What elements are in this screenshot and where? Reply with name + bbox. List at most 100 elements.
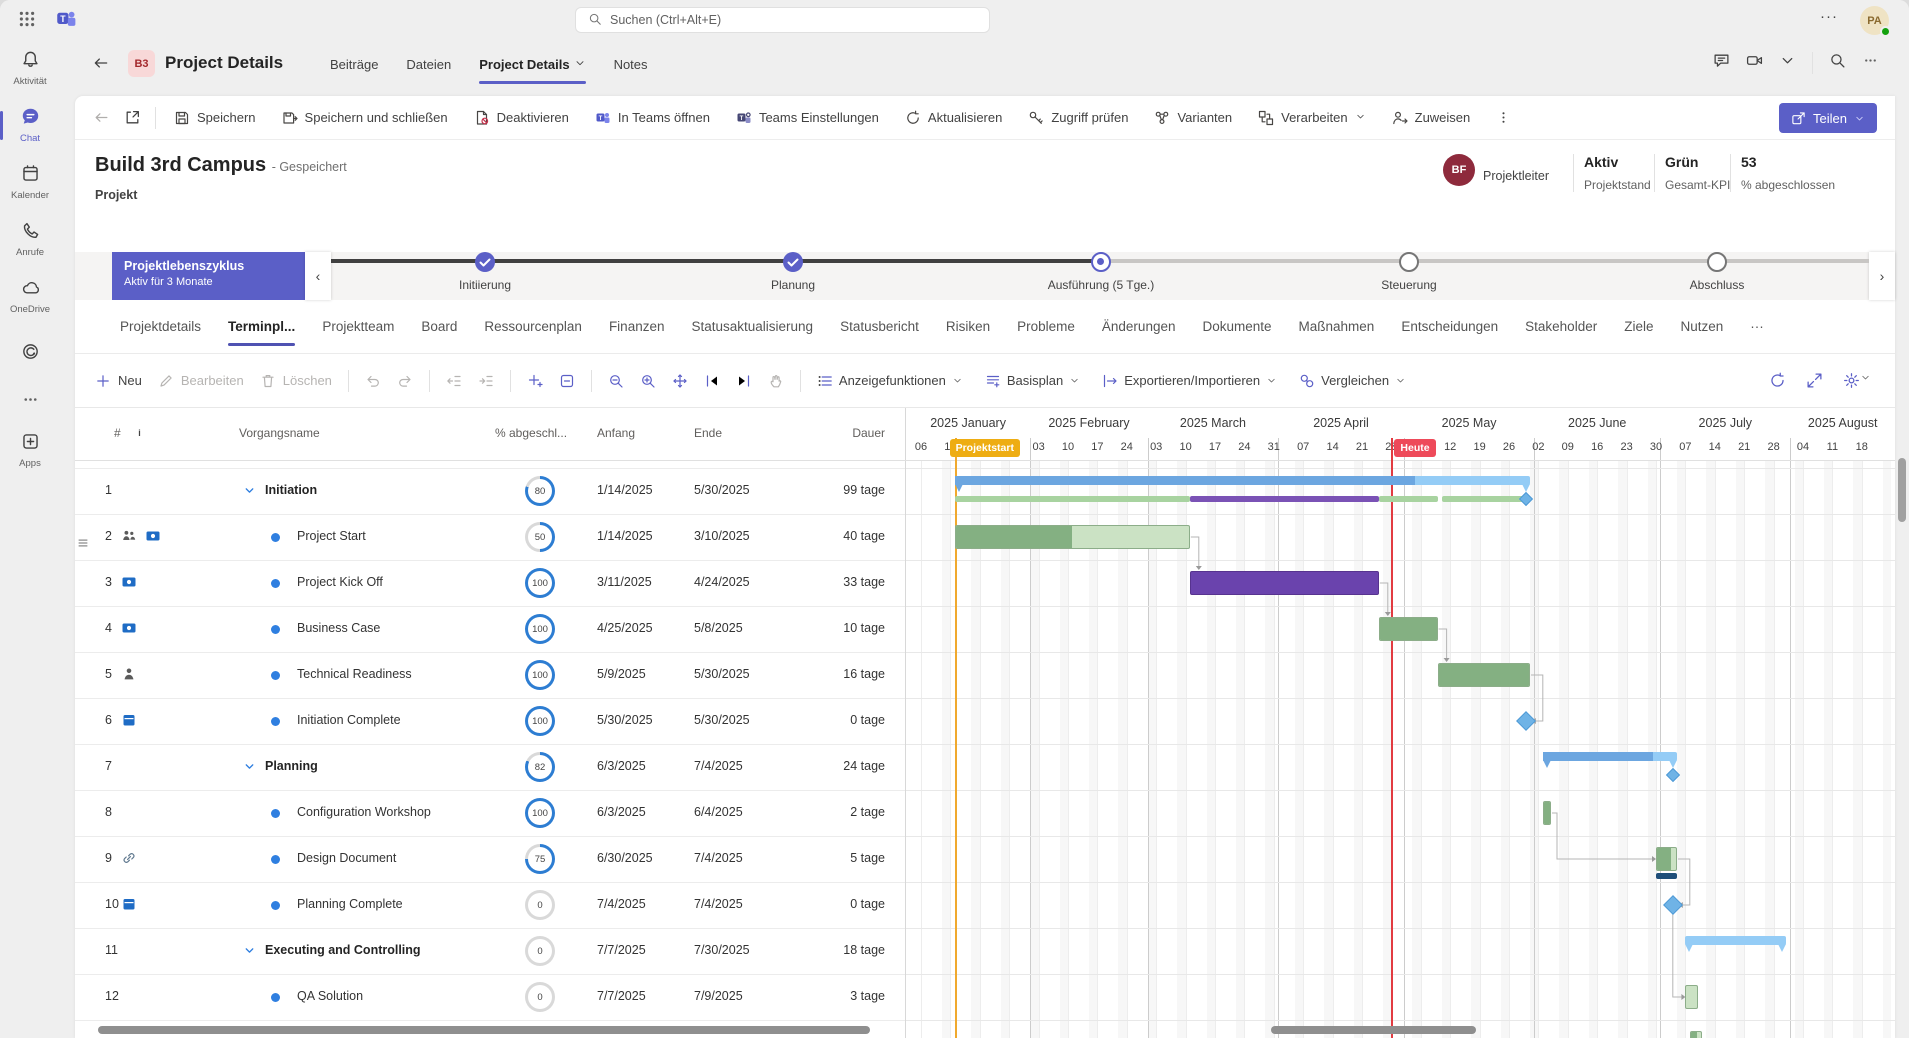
basisplan-menu[interactable]: Basisplan xyxy=(985,373,1080,389)
tab-statusbericht[interactable]: Statusbericht xyxy=(840,300,919,354)
search-input[interactable]: Suchen (Ctrl+Alt+E) xyxy=(575,7,990,33)
bpf-stage-abschluss[interactable]: Abschluss xyxy=(1563,252,1871,292)
comment-icon[interactable] xyxy=(1713,52,1730,74)
bpf-stage-planung[interactable]: Planung xyxy=(639,252,947,292)
tab-ziele[interactable]: Ziele xyxy=(1624,300,1653,354)
back-icon[interactable] xyxy=(92,54,110,77)
zuweisen-button[interactable]: Zuweisen xyxy=(1392,110,1471,126)
back-button[interactable] xyxy=(93,109,110,126)
bpf-collapse-button[interactable]: ‹ xyxy=(305,252,331,300)
summary-bar-11[interactable] xyxy=(1685,936,1786,945)
bpf-next-button[interactable]: › xyxy=(1869,252,1895,300)
tab-terminpl-[interactable]: Terminpl... xyxy=(228,300,295,354)
sidebar-item-chat[interactable]: Chat xyxy=(0,97,60,154)
collapse-all-icon[interactable] xyxy=(559,373,575,389)
sidebar-item-kalender[interactable]: Kalender xyxy=(0,154,60,211)
tab-ressourcenplan[interactable]: Ressourcenplan xyxy=(484,300,582,354)
column-header-4[interactable]: Anfang xyxy=(597,426,635,440)
table-row-5[interactable]: 5Technical Readiness1005/9/20255/30/2025… xyxy=(75,652,905,698)
summary-bar-7[interactable] xyxy=(1543,752,1677,761)
table-row-10[interactable]: 10Planning Complete07/4/20257/4/20250 ta… xyxy=(75,882,905,928)
table-row-1[interactable]: 1Initiation801/14/20255/30/202599 tage xyxy=(75,468,905,514)
chevron-down-icon[interactable] xyxy=(243,944,256,960)
search-icon[interactable] xyxy=(1829,52,1846,74)
bpf-stage-label[interactable]: Projektlebenszyklus Aktiv für 3 Monate xyxy=(112,252,305,300)
gear-button[interactable] xyxy=(1843,372,1871,389)
channel-tab-project-details[interactable]: Project Details xyxy=(479,40,585,88)
add-task-icon[interactable] xyxy=(527,373,543,389)
verarbeiten-button[interactable]: Verarbeiten xyxy=(1258,110,1366,126)
table-row-9[interactable]: 9Design Document756/30/20257/4/20255 tag… xyxy=(75,836,905,882)
zoom-in-icon[interactable] xyxy=(640,373,656,389)
zoom-fit-icon[interactable] xyxy=(672,373,688,389)
column-header-6[interactable]: Dauer xyxy=(837,426,885,440)
chart-horizontal-scrollbar[interactable] xyxy=(1271,1026,1476,1034)
task-bar-3[interactable] xyxy=(1190,571,1379,595)
column-header-3[interactable]: % abgeschl... xyxy=(495,426,567,440)
tab-dokumente[interactable]: Dokumente xyxy=(1202,300,1271,354)
sidebar-item-apps[interactable]: Apps xyxy=(0,422,60,479)
zugriff-prüfen-button[interactable]: Zugriff prüfen xyxy=(1028,110,1128,126)
tab-projektdetails[interactable]: Projektdetails xyxy=(120,300,201,354)
table-row-6[interactable]: 6Initiation Complete1005/30/20255/30/202… xyxy=(75,698,905,744)
channel-tab-beiträge[interactable]: Beiträge xyxy=(330,40,378,88)
task-bar-12[interactable] xyxy=(1685,985,1698,1009)
command-overflow-button[interactable] xyxy=(1496,110,1511,125)
table-row-11[interactable]: 11Executing and Controlling07/7/20257/30… xyxy=(75,928,905,974)
vertical-scrollbar[interactable] xyxy=(1898,458,1906,522)
tab-nutzen[interactable]: Nutzen xyxy=(1680,300,1723,354)
column-header-0[interactable]: # xyxy=(114,426,121,440)
channel-tab-notes[interactable]: Notes xyxy=(614,40,648,88)
task-bar-4[interactable] xyxy=(1379,617,1438,641)
column-header-5[interactable]: Ende xyxy=(694,426,722,440)
tab-risiken[interactable]: Risiken xyxy=(946,300,990,354)
share-button[interactable]: Teilen xyxy=(1779,103,1877,133)
vergleichen-menu[interactable]: Vergleichen xyxy=(1299,373,1406,389)
table-row-3[interactable]: 3Project Kick Off1003/11/20254/24/202533… xyxy=(75,560,905,606)
tab-projektteam[interactable]: Projektteam xyxy=(322,300,394,354)
refresh-button[interactable] xyxy=(1769,372,1786,389)
task-bar-5[interactable] xyxy=(1438,663,1530,687)
task-bar-13[interactable] xyxy=(1690,1031,1703,1038)
tab--[interactable]: ··· xyxy=(1750,300,1764,354)
chevron-down-icon[interactable] xyxy=(243,484,256,500)
column-header-1[interactable]: i xyxy=(133,426,146,442)
varianten-button[interactable]: Varianten xyxy=(1154,110,1232,126)
anzeigefunktionen-menu[interactable]: Anzeigefunktionen xyxy=(817,373,963,389)
sidebar-item-onedrive[interactable]: OneDrive xyxy=(0,268,60,325)
avatar[interactable]: PA xyxy=(1860,6,1889,35)
table-row-4[interactable]: 4Business Case1004/25/20255/8/202510 tag… xyxy=(75,606,905,652)
bpf-stage-ausführung-5-tge-[interactable]: Ausführung (5 Tge.) xyxy=(947,252,1255,292)
table-row-12[interactable]: 12QA Solution07/7/20257/9/20253 tage xyxy=(75,974,905,1020)
summary-bar-1[interactable] xyxy=(955,476,1530,485)
deaktivieren-button[interactable]: Deaktivieren xyxy=(474,110,569,126)
tab-stakeholder[interactable]: Stakeholder xyxy=(1525,300,1597,354)
bpf-stage-steuerung[interactable]: Steuerung xyxy=(1255,252,1563,292)
expand-button[interactable] xyxy=(1806,372,1823,389)
row-drag-handle-icon[interactable] xyxy=(76,536,90,555)
owner-avatar[interactable]: BF xyxy=(1443,154,1475,186)
tab-ma-nahmen[interactable]: Maßnahmen xyxy=(1299,300,1375,354)
speichern-und-schließen-button[interactable]: Speichern und schließen xyxy=(282,110,448,126)
channel-badge[interactable]: B3 xyxy=(128,50,155,77)
sidebar-item-anrufe[interactable]: Anrufe xyxy=(0,211,60,268)
video-icon[interactable] xyxy=(1746,52,1763,74)
table-row-7[interactable]: 7Planning826/3/20257/4/202524 tage xyxy=(75,744,905,790)
chevron-down-icon[interactable] xyxy=(1779,52,1796,74)
waffle-icon[interactable] xyxy=(18,10,36,33)
sidebar-item-more-dots[interactable] xyxy=(0,382,60,422)
channel-tab-dateien[interactable]: Dateien xyxy=(406,40,451,88)
sidebar-item-aktivität[interactable]: Aktivität xyxy=(0,40,60,97)
bpf-stage-initiierung[interactable]: Initiierung xyxy=(331,252,639,292)
jump-end-icon[interactable] xyxy=(736,373,752,389)
table-row-8[interactable]: 8Configuration Workshop1006/3/20256/4/20… xyxy=(75,790,905,836)
teams-einstellungen-button[interactable]: TTeams Einstellungen xyxy=(736,110,879,126)
aktualisieren-button[interactable]: Aktualisieren xyxy=(905,110,1002,126)
task-bar-8[interactable] xyxy=(1543,801,1551,825)
zoom-out-icon[interactable] xyxy=(608,373,624,389)
speichern-button[interactable]: Speichern xyxy=(174,110,256,126)
tab-probleme[interactable]: Probleme xyxy=(1017,300,1075,354)
in-teams-öffnen-button[interactable]: TIn Teams öffnen xyxy=(595,110,710,126)
table-row-2[interactable]: 2Project Start501/14/20253/10/202540 tag… xyxy=(75,514,905,560)
more-dots-icon[interactable] xyxy=(1862,52,1879,74)
